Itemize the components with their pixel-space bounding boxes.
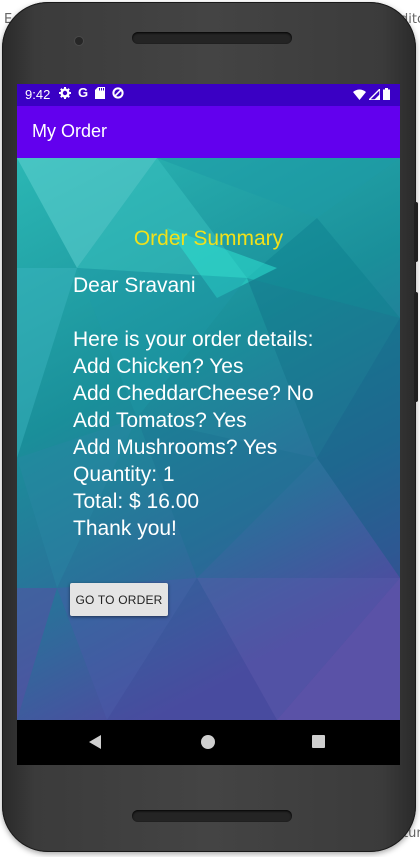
- order-intro-text: Here is your order details:: [73, 328, 314, 351]
- order-summary-title: Order Summary: [133, 227, 284, 250]
- signal-icon: [369, 88, 380, 100]
- navigation-bar: [17, 720, 400, 765]
- order-line-total: Total: $ 16.00: [73, 490, 200, 513]
- volume-button[interactable]: [414, 292, 418, 402]
- order-line-cheese: Add CheddarCheese? No: [73, 382, 314, 405]
- order-line-tomatos: Add Tomatos? Yes: [73, 409, 247, 432]
- order-line-quantity: Quantity: 1: [73, 463, 175, 486]
- battery-icon: [383, 88, 390, 100]
- app-bar: My Order: [17, 106, 400, 158]
- go-to-order-button[interactable]: GO TO ORDER: [70, 583, 168, 616]
- order-summary-content: Order Summary Dear Sravani Here is your …: [17, 158, 400, 720]
- front-camera: [75, 37, 83, 45]
- status-right-icons: [353, 88, 390, 100]
- app-title: My Order: [32, 121, 108, 141]
- gear-icon: [59, 87, 71, 99]
- power-button[interactable]: [414, 202, 418, 262]
- status-left-icons: G: [59, 85, 124, 100]
- thank-you-text: Thank you!: [73, 517, 177, 540]
- order-line-chicken: Add Chicken? Yes: [73, 355, 244, 378]
- device-screen: 9:42 G My Order Order Summary Dear Srava…: [17, 84, 400, 765]
- recents-icon[interactable]: [312, 735, 325, 748]
- back-icon[interactable]: [89, 735, 101, 749]
- top-speaker: [132, 32, 292, 44]
- bottom-speaker: [132, 810, 292, 822]
- google-icon: G: [78, 85, 89, 100]
- data-saver-icon: [112, 87, 124, 99]
- greeting-text: Dear Sravani: [73, 274, 196, 297]
- sd-card-icon: [95, 87, 106, 99]
- wifi-icon: [353, 89, 366, 100]
- home-icon[interactable]: [201, 735, 215, 749]
- status-bar: 9:42 G: [17, 84, 400, 106]
- order-line-mushrooms: Add Mushrooms? Yes: [73, 436, 278, 459]
- status-time: 9:42: [25, 87, 51, 102]
